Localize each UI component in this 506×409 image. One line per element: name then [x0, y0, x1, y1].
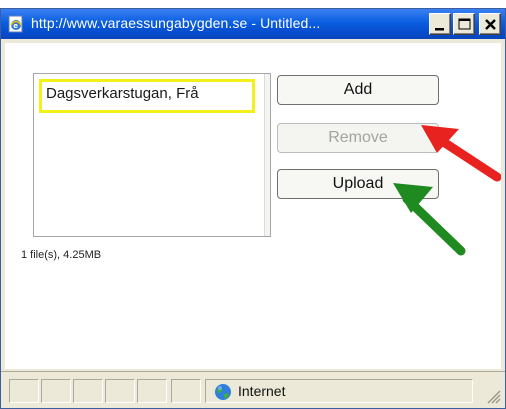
maximize-icon — [458, 18, 471, 30]
maximize-button[interactable] — [453, 13, 475, 35]
status-pane — [9, 379, 39, 403]
status-pane — [137, 379, 167, 403]
globe-icon — [215, 384, 231, 400]
red-arrow-icon — [421, 125, 501, 182]
upload-popup-window: e http://www.varaessungabygden.se - Unti… — [0, 8, 506, 409]
security-zone-pane[interactable]: Internet — [205, 379, 473, 403]
title-bar[interactable]: e http://www.varaessungabygden.se - Unti… — [1, 9, 505, 39]
status-pane — [171, 379, 201, 403]
status-bar: Internet — [1, 371, 505, 408]
status-pane — [73, 379, 103, 403]
svg-text:e: e — [13, 22, 18, 30]
minimize-icon — [435, 28, 444, 31]
dialog-content: Dagsverkarstugan, Frå Add Remove Upload … — [5, 43, 501, 369]
close-icon — [485, 19, 496, 30]
minimize-button[interactable] — [429, 13, 451, 35]
green-arrow-icon — [393, 183, 466, 256]
status-pane — [41, 379, 71, 403]
background-text-strip — [0, 0, 506, 8]
window-title: http://www.varaessungabygden.se - Untitl… — [31, 15, 321, 31]
status-pane — [105, 379, 135, 403]
annotation-arrows — [393, 125, 501, 256]
ie-page-icon: e — [8, 15, 23, 33]
close-button[interactable] — [479, 13, 501, 35]
security-zone-label: Internet — [238, 383, 286, 399]
resize-grip-icon[interactable] — [485, 388, 501, 404]
